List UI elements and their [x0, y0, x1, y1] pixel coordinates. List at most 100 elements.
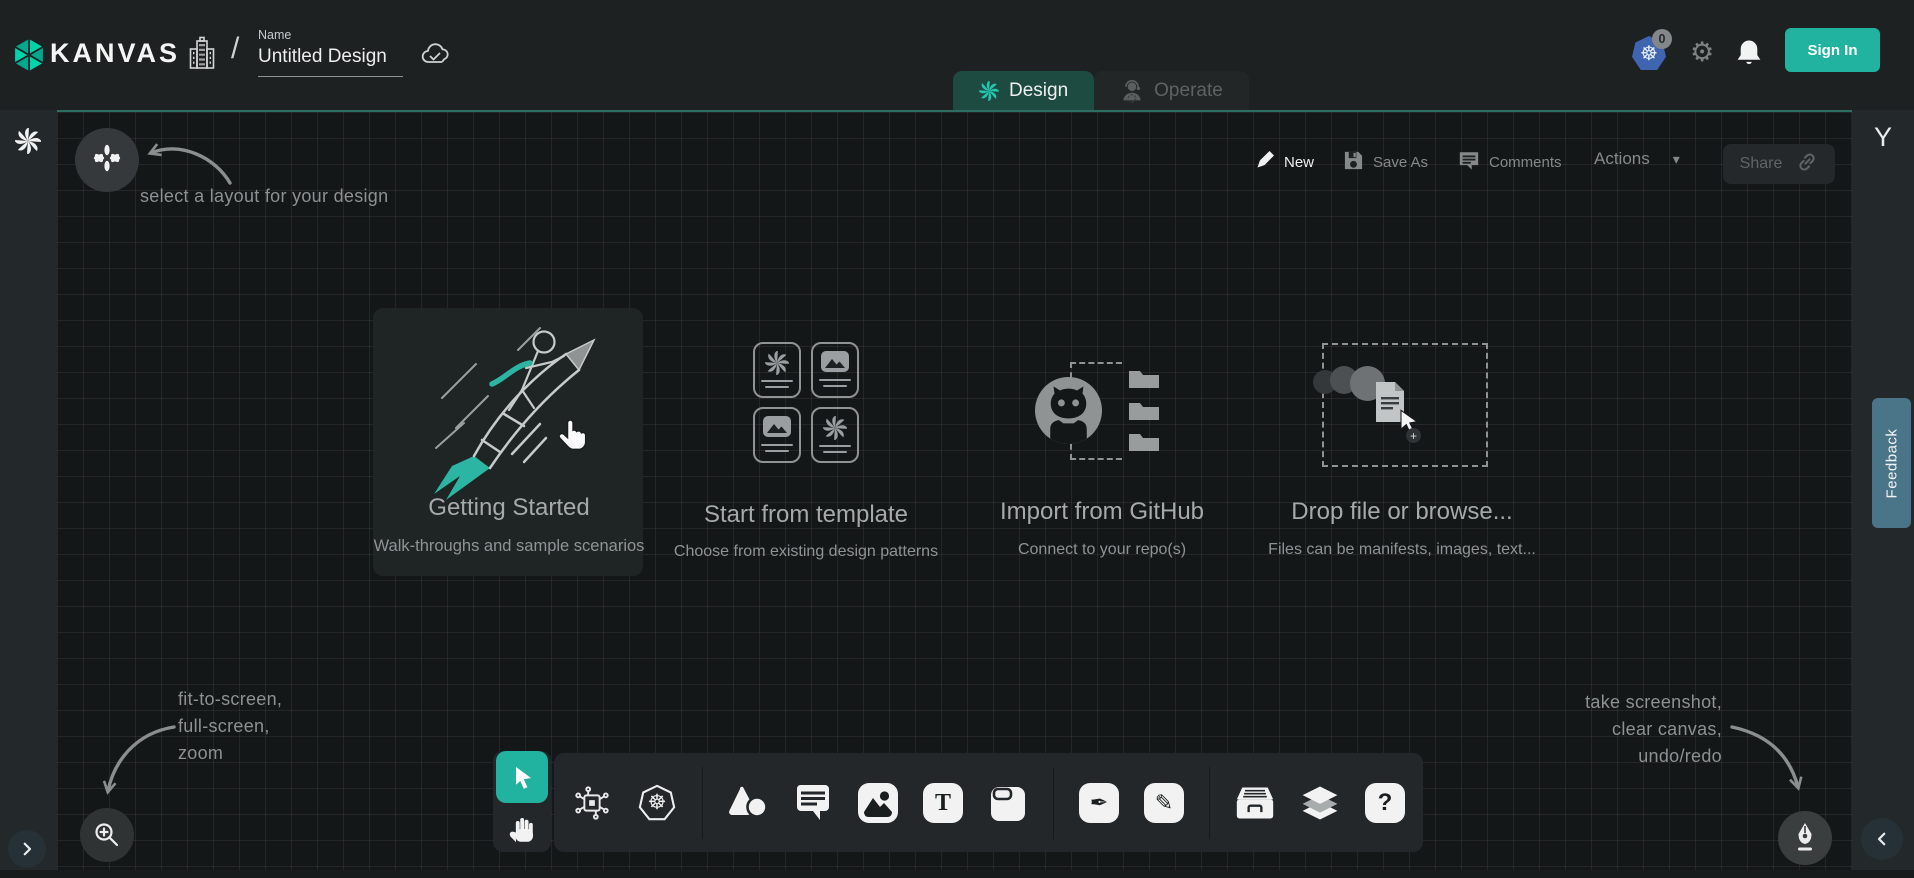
folder-icon — [1128, 369, 1160, 389]
help-tool-button[interactable]: ? — [1365, 783, 1405, 823]
meshery-spiral-icon[interactable] — [15, 128, 41, 154]
pointer-tools-group — [493, 751, 551, 852]
thumb-line — [823, 385, 847, 387]
new-label: New — [1284, 154, 1314, 171]
share-button[interactable]: Share — [1723, 144, 1835, 184]
card-subtitle: Choose from existing design patterns — [674, 543, 938, 561]
share-link-icon — [1796, 151, 1818, 178]
kanvas-app: select a layout for your design New Save… — [0, 0, 1914, 878]
validate-y-icon[interactable]: Y — [1874, 122, 1892, 153]
tab-design-label: Design — [1009, 80, 1068, 102]
save-as-button[interactable]: Save As — [1343, 150, 1428, 175]
image-icon — [821, 351, 849, 372]
thumb-line — [761, 380, 793, 382]
thumb-line — [765, 386, 789, 388]
history-controls-button[interactable] — [1778, 811, 1832, 865]
comment-tool-button[interactable] — [793, 783, 833, 823]
select-arrow-icon — [509, 764, 536, 791]
thumb-line — [819, 445, 851, 447]
design-name-input[interactable]: Untitled Design — [258, 46, 403, 77]
drop-zone[interactable] — [1322, 343, 1488, 467]
template-thumb-image — [753, 407, 801, 463]
save-icon — [1343, 150, 1364, 175]
card-title: Getting Started — [428, 494, 589, 522]
text-tool-glyph: T — [935, 791, 951, 815]
chevron-right-icon — [18, 840, 36, 858]
pen-tool-glyph: ✒ — [1090, 792, 1108, 814]
thumb-line — [819, 379, 851, 381]
pan-tool-button[interactable] — [503, 809, 541, 849]
component-icon — [572, 782, 612, 824]
operate-headset-icon — [1120, 79, 1144, 103]
shapes-tool-button[interactable] — [728, 783, 768, 823]
plus-badge: + — [1406, 428, 1421, 443]
tab-operate-label: Operate — [1154, 80, 1223, 102]
template-thumb-design — [811, 407, 859, 463]
rocket-doodle-illustration — [412, 306, 612, 506]
zoom-controls-button[interactable] — [80, 808, 134, 862]
hint-line: take screenshot, — [1560, 689, 1722, 716]
toolbar-divider — [1053, 767, 1054, 839]
layout-hint-text: select a layout for your design — [140, 186, 388, 207]
github-octocat-icon — [1035, 377, 1102, 444]
comment-icon — [794, 785, 832, 821]
text-tool-button[interactable]: T — [923, 783, 963, 823]
layout-select-button[interactable] — [75, 128, 139, 192]
drawer-icon — [1235, 784, 1275, 822]
sign-in-button[interactable]: Sign In — [1785, 28, 1880, 72]
spiral-icon — [765, 351, 789, 375]
notifications-bell-icon[interactable] — [1737, 39, 1761, 67]
layout-flower-icon — [92, 143, 122, 178]
spiral-icon — [823, 416, 847, 440]
share-label: Share — [1740, 155, 1783, 173]
design-spiral-icon — [979, 81, 999, 101]
breadcrumb-separator: / — [231, 32, 239, 66]
expand-left-panel-button[interactable] — [8, 830, 46, 868]
pencil-icon — [1255, 150, 1275, 174]
view-hint-arrow — [90, 713, 190, 805]
image-icon — [763, 416, 791, 437]
history-hint-text: take screenshot, clear canvas, undo/redo — [1560, 689, 1722, 770]
freehand-tool-button[interactable]: ✎ — [1144, 783, 1184, 823]
hint-line: fit-to-screen, — [178, 686, 282, 713]
bottom-edge-bar — [0, 870, 1914, 878]
folder-icon — [1128, 432, 1160, 452]
pen-tool-button[interactable]: ✒ — [1079, 783, 1119, 823]
hint-line: undo/redo — [1560, 743, 1722, 770]
cursor-pointer-icon — [556, 418, 590, 456]
expand-right-panel-button[interactable] — [1861, 818, 1903, 860]
bottom-toolbar: ☸ T — [554, 753, 1423, 852]
tab-operate[interactable]: Operate — [1094, 71, 1249, 110]
k8s-context-button[interactable]: ☸ 0 — [1632, 36, 1666, 70]
feedback-tab[interactable]: Feedback — [1872, 398, 1911, 528]
hint-line: clear canvas, — [1560, 716, 1722, 743]
design-name-label: Name — [258, 28, 291, 42]
note-tool-button[interactable] — [988, 783, 1028, 823]
new-button[interactable]: New — [1255, 150, 1314, 174]
cloud-saved-icon — [421, 43, 449, 65]
mode-tabs: Design Operate — [953, 71, 1249, 110]
layers-tool-button[interactable] — [1300, 783, 1340, 823]
import-drawer-tool-button[interactable] — [1235, 783, 1275, 823]
card-title: Import from GitHub — [1000, 498, 1204, 526]
chevron-left-icon — [1873, 830, 1891, 848]
zoom-in-icon — [93, 821, 121, 849]
select-tool-button[interactable] — [496, 751, 548, 803]
hint-line: full-screen, — [178, 713, 282, 740]
thumb-line — [823, 451, 847, 453]
comments-button[interactable]: Comments — [1458, 150, 1562, 175]
toolbar-divider — [702, 767, 703, 839]
image-tool-button[interactable] — [858, 783, 898, 823]
card-subtitle: Files can be manifests, images, text... — [1268, 541, 1536, 559]
feedback-label: Feedback — [1883, 428, 1900, 498]
thumb-line — [765, 450, 789, 452]
component-tool-button[interactable] — [572, 783, 612, 823]
comment-icon — [1458, 150, 1480, 175]
kubernetes-tool-button[interactable]: ☸ — [637, 783, 677, 823]
history-hint-arrow — [1718, 713, 1813, 803]
actions-menu-button[interactable]: Actions ▾ — [1594, 149, 1680, 169]
settings-gear-icon[interactable]: ⚙ — [1690, 37, 1714, 68]
tab-design[interactable]: Design — [953, 71, 1094, 110]
left-dock — [0, 110, 57, 870]
organization-icon[interactable] — [189, 36, 215, 70]
